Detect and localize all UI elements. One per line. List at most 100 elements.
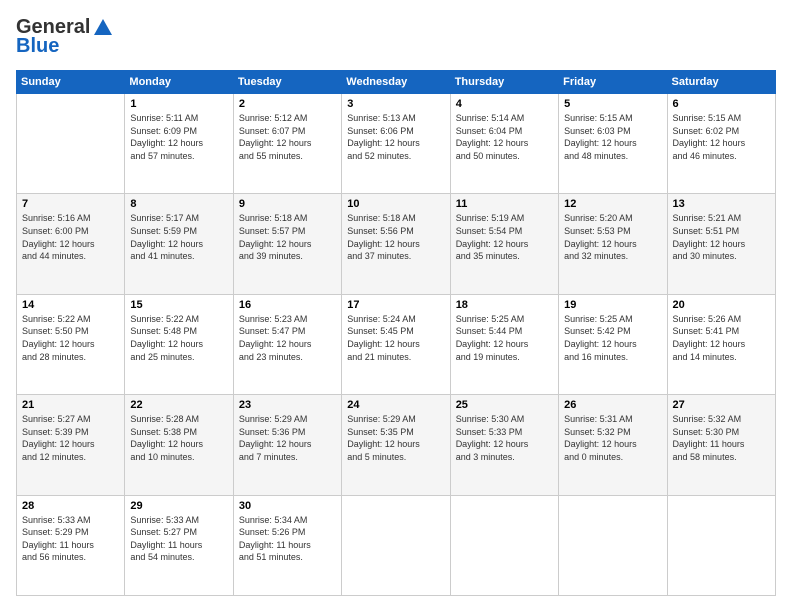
calendar-cell: 27 Sunrise: 5:32 AM Sunset: 5:30 PM Dayli…: [667, 395, 775, 495]
day-info: Sunrise: 5:12 AM Sunset: 6:07 PM Dayligh…: [239, 112, 336, 162]
calendar-cell: 2 Sunrise: 5:12 AM Sunset: 6:07 PM Daylig…: [233, 94, 341, 194]
calendar-cell: 17 Sunrise: 5:24 AM Sunset: 5:45 PM Dayli…: [342, 294, 450, 394]
day-number: 12: [564, 198, 661, 210]
calendar-cell: 20 Sunrise: 5:26 AM Sunset: 5:41 PM Dayli…: [667, 294, 775, 394]
day-number: 4: [456, 98, 553, 110]
day-info: Sunrise: 5:18 AM Sunset: 5:56 PM Dayligh…: [347, 212, 444, 262]
day-info: Sunrise: 5:22 AM Sunset: 5:48 PM Dayligh…: [130, 313, 227, 363]
calendar-cell: 19Sunrise: 5:25 AM Sunset: 5:42 PM Dayli…: [559, 294, 667, 394]
day-info: Sunrise: 5:25 AM Sunset: 5:42 PM Dayligh…: [564, 313, 661, 363]
calendar-cell: 23 Sunrise: 5:29 AM Sunset: 5:36 PM Dayli…: [233, 395, 341, 495]
day-info: Sunrise: 5:33 AM Sunset: 5:29 PM Dayligh…: [22, 514, 119, 564]
calendar-cell: [667, 495, 775, 595]
calendar-cell: [559, 495, 667, 595]
calendar-cell: 7 Sunrise: 5:16 AM Sunset: 6:00 PM Daylig…: [17, 194, 125, 294]
day-info: Sunrise: 5:19 AM Sunset: 5:54 PM Dayligh…: [456, 212, 553, 262]
calendar-week-row: 28 Sunrise: 5:33 AM Sunset: 5:29 PM Dayli…: [17, 495, 776, 595]
calendar-cell: 12 Sunrise: 5:20 AM Sunset: 5:53 PM Dayli…: [559, 194, 667, 294]
day-number: 20: [673, 299, 770, 311]
day-number: 17: [347, 299, 444, 311]
day-number: 15: [130, 299, 227, 311]
day-number: 27: [673, 399, 770, 411]
weekday-header: Thursday: [450, 71, 558, 94]
calendar-cell: 15 Sunrise: 5:22 AM Sunset: 5:48 PM Dayli…: [125, 294, 233, 394]
calendar-cell: 18 Sunrise: 5:25 AM Sunset: 5:44 PM Dayli…: [450, 294, 558, 394]
calendar-cell: 26Sunrise: 5:31 AM Sunset: 5:32 PM Dayli…: [559, 395, 667, 495]
day-info: Sunrise: 5:15 AM Sunset: 6:03 PM Dayligh…: [564, 112, 661, 162]
calendar-cell: 24 Sunrise: 5:29 AM Sunset: 5:35 PM Dayli…: [342, 395, 450, 495]
day-number: 18: [456, 299, 553, 311]
day-info: Sunrise: 5:23 AM Sunset: 5:47 PM Dayligh…: [239, 313, 336, 363]
weekday-header: Friday: [559, 71, 667, 94]
calendar-cell: 3 Sunrise: 5:13 AM Sunset: 6:06 PM Daylig…: [342, 94, 450, 194]
calendar-week-row: 1Sunrise: 5:11 AM Sunset: 6:09 PM Daylig…: [17, 94, 776, 194]
calendar-cell: 11 Sunrise: 5:19 AM Sunset: 5:54 PM Dayli…: [450, 194, 558, 294]
day-info: Sunrise: 5:32 AM Sunset: 5:30 PM Dayligh…: [673, 413, 770, 463]
day-info: Sunrise: 5:21 AM Sunset: 5:51 PM Dayligh…: [673, 212, 770, 262]
day-info: Sunrise: 5:18 AM Sunset: 5:57 PM Dayligh…: [239, 212, 336, 262]
header: General Blue: [16, 16, 776, 58]
day-info: Sunrise: 5:30 AM Sunset: 5:33 PM Dayligh…: [456, 413, 553, 463]
calendar-cell: 28 Sunrise: 5:33 AM Sunset: 5:29 PM Dayli…: [17, 495, 125, 595]
weekday-header: Tuesday: [233, 71, 341, 94]
weekday-header-row: SundayMondayTuesdayWednesdayThursdayFrid…: [17, 71, 776, 94]
day-number: 8: [130, 198, 227, 210]
day-number: 25: [456, 399, 553, 411]
calendar: SundayMondayTuesdayWednesdayThursdayFrid…: [16, 70, 776, 596]
calendar-cell: [17, 94, 125, 194]
day-number: 29: [130, 500, 227, 512]
day-number: 23: [239, 399, 336, 411]
day-number: 14: [22, 299, 119, 311]
day-info: Sunrise: 5:29 AM Sunset: 5:35 PM Dayligh…: [347, 413, 444, 463]
day-number: 21: [22, 399, 119, 411]
day-number: 16: [239, 299, 336, 311]
day-number: 22: [130, 399, 227, 411]
day-info: Sunrise: 5:20 AM Sunset: 5:53 PM Dayligh…: [564, 212, 661, 262]
day-info: Sunrise: 5:15 AM Sunset: 6:02 PM Dayligh…: [673, 112, 770, 162]
day-info: Sunrise: 5:28 AM Sunset: 5:38 PM Dayligh…: [130, 413, 227, 463]
day-number: 10: [347, 198, 444, 210]
day-number: 13: [673, 198, 770, 210]
day-info: Sunrise: 5:11 AM Sunset: 6:09 PM Dayligh…: [130, 112, 227, 162]
calendar-cell: [450, 495, 558, 595]
day-number: 28: [22, 500, 119, 512]
calendar-week-row: 14 Sunrise: 5:22 AM Sunset: 5:50 PM Dayli…: [17, 294, 776, 394]
calendar-cell: 6 Sunrise: 5:15 AM Sunset: 6:02 PM Daylig…: [667, 94, 775, 194]
calendar-cell: 21 Sunrise: 5:27 AM Sunset: 5:39 PM Dayli…: [17, 395, 125, 495]
day-info: Sunrise: 5:27 AM Sunset: 5:39 PM Dayligh…: [22, 413, 119, 463]
calendar-cell: 30Sunrise: 5:34 AM Sunset: 5:26 PM Dayli…: [233, 495, 341, 595]
day-info: Sunrise: 5:22 AM Sunset: 5:50 PM Dayligh…: [22, 313, 119, 363]
calendar-cell: 8 Sunrise: 5:17 AM Sunset: 5:59 PM Daylig…: [125, 194, 233, 294]
day-info: Sunrise: 5:14 AM Sunset: 6:04 PM Dayligh…: [456, 112, 553, 162]
calendar-cell: 16 Sunrise: 5:23 AM Sunset: 5:47 PM Dayli…: [233, 294, 341, 394]
calendar-week-row: 7 Sunrise: 5:16 AM Sunset: 6:00 PM Daylig…: [17, 194, 776, 294]
calendar-cell: 13 Sunrise: 5:21 AM Sunset: 5:51 PM Dayli…: [667, 194, 775, 294]
day-number: 24: [347, 399, 444, 411]
calendar-week-row: 21 Sunrise: 5:27 AM Sunset: 5:39 PM Dayli…: [17, 395, 776, 495]
calendar-cell: 5Sunrise: 5:15 AM Sunset: 6:03 PM Daylig…: [559, 94, 667, 194]
weekday-header: Saturday: [667, 71, 775, 94]
calendar-cell: [342, 495, 450, 595]
logo-icon: [92, 17, 114, 39]
calendar-cell: 22 Sunrise: 5:28 AM Sunset: 5:38 PM Dayli…: [125, 395, 233, 495]
day-info: Sunrise: 5:24 AM Sunset: 5:45 PM Dayligh…: [347, 313, 444, 363]
day-number: 3: [347, 98, 444, 110]
calendar-cell: 25 Sunrise: 5:30 AM Sunset: 5:33 PM Dayli…: [450, 395, 558, 495]
weekday-header: Wednesday: [342, 71, 450, 94]
day-info: Sunrise: 5:17 AM Sunset: 5:59 PM Dayligh…: [130, 212, 227, 262]
day-number: 6: [673, 98, 770, 110]
day-info: Sunrise: 5:33 AM Sunset: 5:27 PM Dayligh…: [130, 514, 227, 564]
day-info: Sunrise: 5:13 AM Sunset: 6:06 PM Dayligh…: [347, 112, 444, 162]
day-number: 7: [22, 198, 119, 210]
day-number: 11: [456, 198, 553, 210]
weekday-header: Sunday: [17, 71, 125, 94]
day-info: Sunrise: 5:34 AM Sunset: 5:26 PM Dayligh…: [239, 514, 336, 564]
calendar-cell: 4 Sunrise: 5:14 AM Sunset: 6:04 PM Daylig…: [450, 94, 558, 194]
day-info: Sunrise: 5:26 AM Sunset: 5:41 PM Dayligh…: [673, 313, 770, 363]
calendar-cell: 10 Sunrise: 5:18 AM Sunset: 5:56 PM Dayli…: [342, 194, 450, 294]
calendar-cell: 14 Sunrise: 5:22 AM Sunset: 5:50 PM Dayli…: [17, 294, 125, 394]
day-info: Sunrise: 5:16 AM Sunset: 6:00 PM Dayligh…: [22, 212, 119, 262]
day-info: Sunrise: 5:25 AM Sunset: 5:44 PM Dayligh…: [456, 313, 553, 363]
day-info: Sunrise: 5:29 AM Sunset: 5:36 PM Dayligh…: [239, 413, 336, 463]
day-number: 2: [239, 98, 336, 110]
